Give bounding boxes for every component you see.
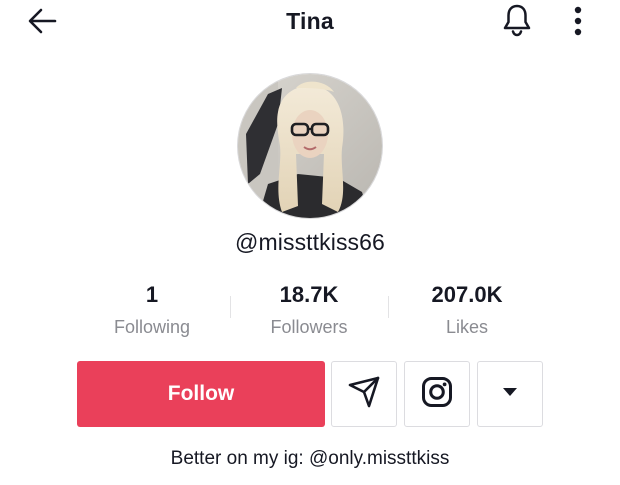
stat-divider — [230, 296, 231, 318]
more-actions-dropdown[interactable] — [477, 361, 543, 427]
following-count: 1 — [145, 282, 159, 307]
username: @missttkiss66 — [235, 229, 385, 255]
profile-bio: Better on my ig: @only.missttkiss — [170, 448, 450, 469]
instagram-button[interactable] — [404, 361, 470, 427]
profile-page: Tina @missttkiss66 1 Following 18.7K Fol… — [0, 0, 620, 485]
profile-stats: 1 Following 18.7K Followers 207.0K Likes — [0, 282, 620, 342]
more-vertical-icon — [574, 6, 582, 41]
stat-likes[interactable]: 207.0K Likes — [392, 282, 542, 338]
stat-following[interactable]: 1 Following — [77, 282, 227, 338]
stat-divider — [388, 296, 389, 318]
caret-down-icon — [501, 385, 519, 403]
more-options-button[interactable] — [566, 4, 590, 42]
follow-button[interactable]: Follow — [77, 361, 325, 427]
profile-photo — [238, 74, 382, 218]
send-icon — [347, 375, 381, 414]
following-label: Following — [113, 317, 191, 337]
avatar[interactable] — [238, 74, 382, 218]
notification-button[interactable] — [497, 3, 537, 41]
followers-count: 18.7K — [279, 282, 339, 307]
top-bar: Tina — [0, 0, 620, 48]
message-button[interactable] — [331, 361, 397, 427]
followers-label: Followers — [270, 317, 348, 337]
likes-count: 207.0K — [431, 282, 503, 307]
bell-icon — [502, 3, 532, 42]
instagram-icon — [421, 376, 453, 413]
stat-followers[interactable]: 18.7K Followers — [234, 282, 384, 338]
likes-label: Likes — [445, 317, 489, 337]
